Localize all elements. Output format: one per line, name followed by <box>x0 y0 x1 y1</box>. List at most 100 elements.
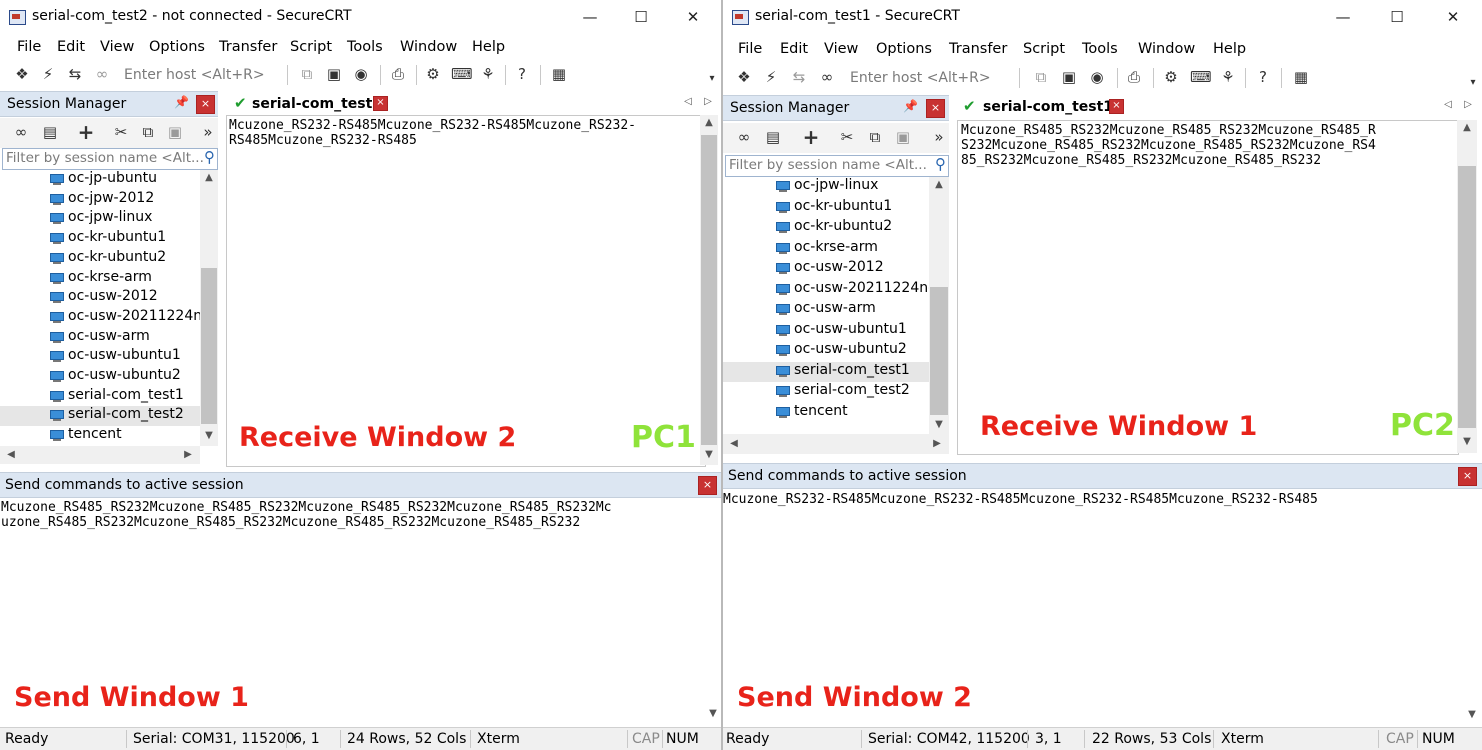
session-item[interactable]: oc-kr-ubuntu1 <box>0 229 200 249</box>
scroll-left-icon[interactable]: ◀ <box>3 449 19 460</box>
send-scrollbar[interactable]: ▼ <box>1463 489 1481 726</box>
menu-view[interactable]: View <box>824 41 858 57</box>
add-icon[interactable]: + <box>801 127 821 147</box>
session-item[interactable]: oc-usw-arm <box>723 300 929 321</box>
menu-options[interactable]: Options <box>876 41 932 57</box>
send-commands-input[interactable]: Mcuzone_RS232-RS485Mcuzone_RS232-RS485Mc… <box>723 489 1463 726</box>
menu-tools[interactable]: Tools <box>347 39 383 55</box>
scroll-down-icon[interactable]: ▼ <box>201 430 217 441</box>
keymap-icon[interactable]: ⌨ <box>1190 67 1212 87</box>
screenshot-icon[interactable]: ▦ <box>549 64 569 84</box>
session-item[interactable]: oc-kr-ubuntu1 <box>723 198 929 219</box>
paste-icon[interactable]: ▣ <box>1059 67 1079 87</box>
close-icon[interactable]: ✕ <box>1433 4 1473 30</box>
host-input[interactable]: Enter host <Alt+R> <box>124 67 265 83</box>
link-icon[interactable]: ∞ <box>734 127 754 147</box>
session-list-hscrollbar[interactable]: ◀ ▶ <box>0 446 200 464</box>
session-item[interactable]: tencent <box>0 426 200 446</box>
session-item[interactable]: serial-com_test2 <box>723 382 929 403</box>
menu-file[interactable]: File <box>738 41 762 57</box>
scroll-up-icon[interactable]: ▲ <box>931 179 947 190</box>
session-item[interactable]: tencent <box>723 403 929 424</box>
menu-transfer[interactable]: Transfer <box>949 41 1007 57</box>
session-item[interactable]: oc-jpw-linux <box>723 177 929 198</box>
paste-icon[interactable]: ▣ <box>893 127 913 147</box>
add-icon[interactable]: + <box>76 122 96 142</box>
session-item[interactable]: oc-usw-ubuntu1 <box>0 347 200 367</box>
scroll-down-icon[interactable]: ▼ <box>701 449 717 460</box>
cut-icon[interactable]: ✂ <box>111 122 131 142</box>
paste-icon[interactable]: ▣ <box>165 122 185 142</box>
menu-tools[interactable]: Tools <box>1082 41 1118 57</box>
find-icon[interactable]: ◉ <box>1087 67 1107 87</box>
terminal-scrollbar[interactable]: ▲ ▼ <box>700 115 718 465</box>
session-item[interactable]: oc-krse-arm <box>0 269 200 289</box>
maximize-icon[interactable]: ☐ <box>621 4 661 30</box>
sftp-key-icon[interactable]: ⚘ <box>1218 67 1238 87</box>
tab-scroll-left-icon[interactable]: ◁ <box>680 96 696 107</box>
search-icon[interactable]: ⚲ <box>935 155 946 173</box>
window-icon[interactable]: ▤ <box>40 122 60 142</box>
close-icon[interactable]: ✕ <box>673 4 713 30</box>
toolbar-overflow-icon[interactable]: ▾ <box>702 69 721 89</box>
close-send-pane-button[interactable]: × <box>698 476 717 495</box>
session-item[interactable]: oc-jpw-2012 <box>0 190 200 210</box>
disconnect-icon[interactable]: ∞ <box>817 67 837 87</box>
copy-icon[interactable]: ⧉ <box>138 122 158 142</box>
tab-scroll-right-icon[interactable]: ▷ <box>700 96 716 107</box>
menu-edit[interactable]: Edit <box>780 41 808 57</box>
scroll-up-icon[interactable]: ▲ <box>201 172 217 183</box>
session-filter-input[interactable]: Filter by session name <Alt... ⚲ <box>725 155 949 177</box>
menu-script[interactable]: Script <box>1023 41 1065 57</box>
menu-help[interactable]: Help <box>472 39 505 55</box>
scroll-down-icon[interactable]: ▼ <box>931 419 947 430</box>
scroll-right-icon[interactable]: ▶ <box>180 449 196 460</box>
close-tab-button[interactable]: × <box>373 96 388 111</box>
screenshot-icon[interactable]: ▦ <box>1291 67 1311 87</box>
tab-serial-com_test2[interactable]: serial-com_test2 <box>252 96 382 112</box>
session-item[interactable]: oc-usw-ubuntu2 <box>723 341 929 362</box>
sftp-key-icon[interactable]: ⚘ <box>478 64 498 84</box>
scroll-thumb[interactable] <box>930 287 948 415</box>
cut-icon[interactable]: ✂ <box>837 127 857 147</box>
tab-serial-com_test1[interactable]: serial-com_test1 <box>983 99 1113 115</box>
tab-scroll-right-icon[interactable]: ▷ <box>1460 99 1476 110</box>
receive-terminal[interactable]: Mcuzone_RS232-RS485Mcuzone_RS232-RS485Mc… <box>226 115 706 467</box>
scroll-right-icon[interactable]: ▶ <box>929 438 945 449</box>
scroll-down-icon[interactable]: ▼ <box>1459 436 1475 447</box>
menu-options[interactable]: Options <box>149 39 205 55</box>
session-item[interactable]: oc-jp-ubuntu <box>0 170 200 190</box>
window-icon[interactable]: ▤ <box>763 127 783 147</box>
scroll-thumb[interactable] <box>1458 166 1476 428</box>
close-tab-button[interactable]: × <box>1109 99 1124 114</box>
session-item[interactable]: oc-usw-ubuntu2 <box>0 367 200 387</box>
session-item[interactable]: oc-usw-2012 <box>723 259 929 280</box>
menu-window[interactable]: Window <box>400 39 457 55</box>
print-icon[interactable]: ⎙ <box>388 64 408 84</box>
paste-icon[interactable]: ▣ <box>324 64 344 84</box>
more-icon[interactable]: » <box>929 127 949 147</box>
pin-icon[interactable]: 📌 <box>174 95 189 109</box>
find-icon[interactable]: ◉ <box>351 64 371 84</box>
receive-terminal[interactable]: Mcuzone_RS485_RS232Mcuzone_RS485_RS232Mc… <box>957 120 1459 455</box>
quick-connect-icon[interactable]: ⚡ <box>761 67 781 87</box>
session-list-scrollbar[interactable]: ▲ ▼ <box>200 170 218 446</box>
reconnect-icon[interactable]: ⇆ <box>789 67 809 87</box>
menu-window[interactable]: Window <box>1138 41 1195 57</box>
session-item[interactable]: serial-com_test1 <box>723 361 929 382</box>
copy-icon[interactable]: ⧉ <box>1031 67 1051 87</box>
close-session-manager-button[interactable]: × <box>196 95 215 114</box>
reconnect-icon[interactable]: ⇆ <box>65 64 85 84</box>
menu-help[interactable]: Help <box>1213 41 1246 57</box>
scroll-left-icon[interactable]: ◀ <box>726 438 742 449</box>
scroll-down-icon[interactable]: ▼ <box>705 708 721 719</box>
session-item[interactable]: oc-usw-ubuntu1 <box>723 321 929 342</box>
link-icon[interactable]: ∞ <box>11 122 31 142</box>
session-item[interactable]: serial-com_test2 <box>0 406 200 427</box>
scroll-up-icon[interactable]: ▲ <box>1459 122 1475 133</box>
send-commands-input[interactable]: Mcuzone_RS485_RS232Mcuzone_RS485_RS232Mc… <box>0 498 705 726</box>
copy-icon[interactable]: ⧉ <box>865 127 885 147</box>
session-item[interactable]: oc-usw-20211224ne <box>0 308 200 328</box>
disconnect-icon[interactable]: ∞ <box>92 64 112 84</box>
session-item[interactable]: oc-usw-20211224ne <box>723 280 929 301</box>
